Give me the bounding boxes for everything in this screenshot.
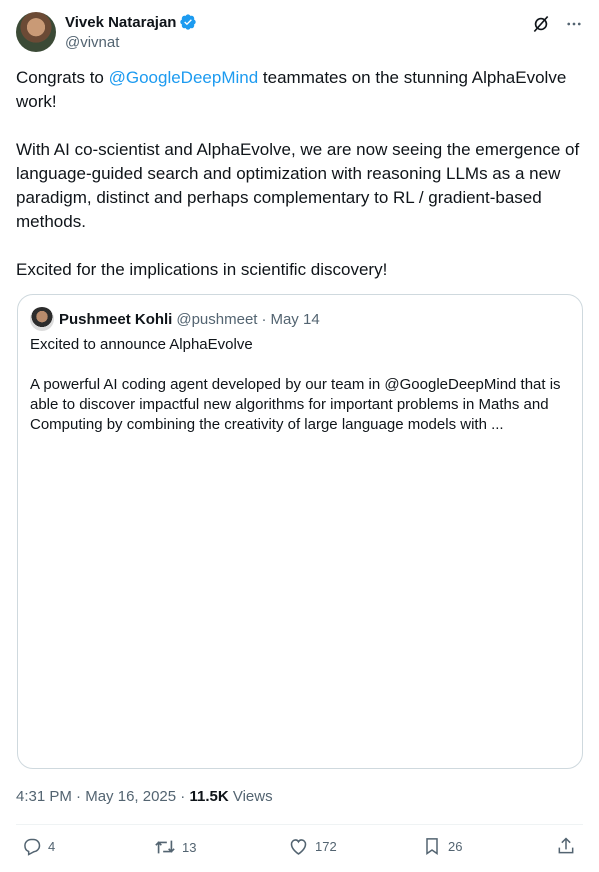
repost-count: 13 xyxy=(182,839,197,855)
quote-line-2: A powerful AI coding agent developed by … xyxy=(30,376,561,433)
divider xyxy=(16,824,583,825)
views-label: Views xyxy=(232,788,273,805)
repost-icon xyxy=(155,840,175,854)
reply-icon xyxy=(24,838,41,856)
meta-dot: · xyxy=(180,788,186,805)
quote-author-handle: @pushmeet xyxy=(176,310,258,328)
bookmark-count: 26 xyxy=(448,838,463,854)
tweet-time[interactable]: 4:31 PM xyxy=(16,788,72,805)
reply-button[interactable]: 4 xyxy=(22,836,55,856)
mention-link[interactable]: @GoogleDeepMind xyxy=(109,68,259,87)
bookmark-icon xyxy=(426,838,438,855)
meta-dot: · xyxy=(76,788,82,805)
tweet-header: Vivek Natarajan @vivnat xyxy=(16,12,583,54)
tweet-text-intro: Congrats to xyxy=(16,68,109,87)
author-avatar[interactable] xyxy=(16,12,56,52)
tweet-paragraph-2: With AI co-scientist and AlphaEvolve, we… xyxy=(16,140,580,231)
quote-tweet-card[interactable]: Pushmeet Kohli @pushmeet · May 14 Excite… xyxy=(17,294,583,769)
author-display-name[interactable]: Vivek Natarajan xyxy=(65,14,176,31)
more-icon[interactable] xyxy=(565,15,583,33)
tweet-paragraph-3: Excited for the implications in scientif… xyxy=(16,260,388,279)
views-count: 11.5K xyxy=(189,788,229,805)
quote-date: May 14 xyxy=(270,310,320,328)
tweet-timestamp: 4:31 PM · May 16, 2025 · 11.5K Views xyxy=(16,787,273,807)
like-count: 172 xyxy=(315,839,337,854)
quote-line-1: Excited to announce AlphaEvolve xyxy=(30,336,253,353)
grok-icon[interactable] xyxy=(531,14,551,34)
repost-button[interactable]: 13 xyxy=(154,836,196,858)
action-bar: 4 13 172 26 xyxy=(16,836,583,860)
quote-author-avatar xyxy=(30,307,54,331)
verified-badge-icon xyxy=(180,14,197,30)
author-handle[interactable]: @vivnat xyxy=(65,34,197,51)
author-info[interactable]: Vivek Natarajan @vivnat xyxy=(65,12,197,51)
bookmark-button[interactable]: 26 xyxy=(422,836,462,856)
tweet-date[interactable]: May 16, 2025 xyxy=(85,788,176,805)
quote-author-name: Pushmeet Kohli xyxy=(59,310,173,328)
share-button[interactable] xyxy=(556,836,582,856)
quote-separator: · xyxy=(261,310,267,328)
share-icon xyxy=(558,837,574,854)
like-button[interactable]: 172 xyxy=(288,836,337,857)
reply-count: 4 xyxy=(48,838,56,854)
heart-icon xyxy=(290,839,307,855)
tweet-text: Congrats to @GoogleDeepMind teammates on… xyxy=(16,66,583,282)
